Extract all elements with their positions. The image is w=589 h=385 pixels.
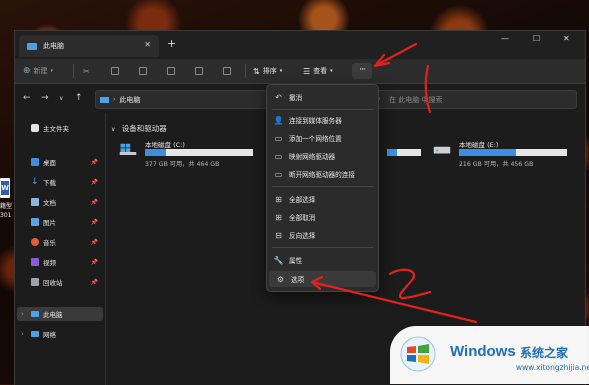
annotation-arrow-2 xyxy=(310,280,478,324)
annotation-stroke-1 xyxy=(424,64,432,114)
annotation-arrow-1 xyxy=(373,42,418,68)
annotation-stroke-2 xyxy=(388,268,432,300)
windows-logo-icon xyxy=(400,336,436,372)
watermark-url: www.xitongzhijia.net xyxy=(516,363,589,372)
watermark-site-name: 系统之家 xyxy=(520,346,569,360)
watermark-badge: Windows 系统之家 www.xitongzhijia.net xyxy=(390,326,589,384)
watermark-brand: Windows xyxy=(450,343,516,360)
